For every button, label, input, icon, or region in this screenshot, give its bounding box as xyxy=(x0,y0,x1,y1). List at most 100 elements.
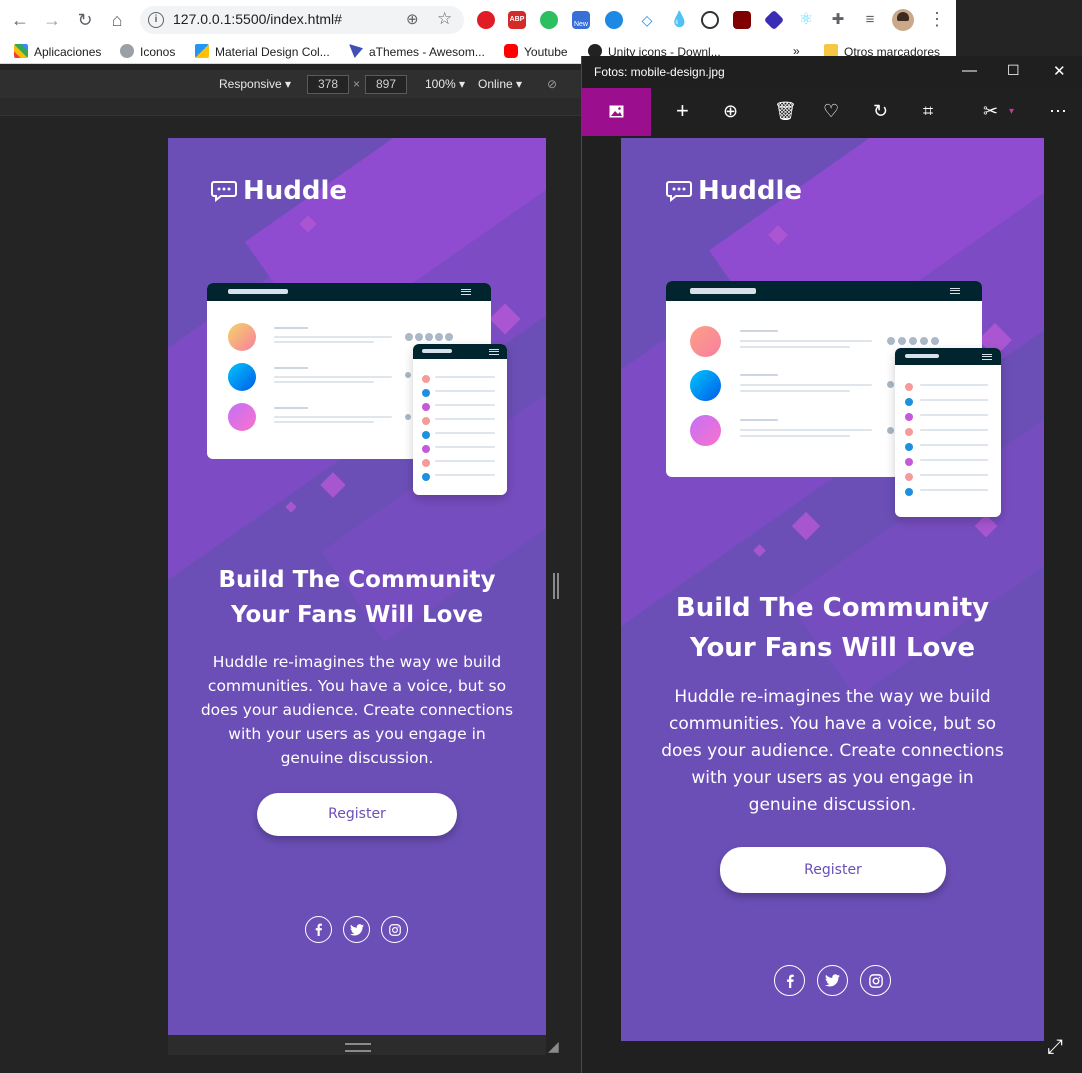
hero-headline: Build The Community Your Fans Will Love xyxy=(675,593,990,663)
decor-diamond xyxy=(285,501,297,513)
huddle-logo: Huddle xyxy=(666,176,802,206)
avatar xyxy=(228,403,256,431)
twitter-icon[interactable] xyxy=(817,965,848,996)
avatar xyxy=(228,363,256,391)
huddle-logo: Huddle xyxy=(211,176,347,206)
back-icon[interactable]: ← xyxy=(8,8,32,32)
hero-description: Huddle re-imagines the way we build comm… xyxy=(200,653,514,767)
photos-window-title: Fotos: mobile-design.jpg xyxy=(594,65,725,79)
evernote-icon[interactable] xyxy=(540,11,558,29)
avatar xyxy=(690,415,721,446)
hero-headline: Build The Community Your Fans Will Love xyxy=(218,567,496,628)
register-button[interactable]: Register xyxy=(720,847,946,893)
mockup-topbar xyxy=(413,344,507,359)
youtube-icon xyxy=(504,44,518,58)
react-icon[interactable]: ⚛ xyxy=(797,11,815,29)
viewport-bottom-resize-handle[interactable] xyxy=(168,1035,546,1055)
chat-bubble-icon xyxy=(211,181,237,202)
news-icon[interactable]: New xyxy=(572,11,590,29)
bookmark-youtube[interactable]: Youtube xyxy=(504,44,568,59)
favorite-icon[interactable]: ♡ xyxy=(823,101,839,122)
photos-toolbar: + ⊕ 🗑 ♡ ↻ ⌗ ✂ ▾ ⋯ xyxy=(582,88,1082,136)
huddle-page-preview: Huddle Build The Community Your Fans Wil… xyxy=(168,138,546,1035)
minimize-icon[interactable]: — xyxy=(962,62,977,79)
brand-name: Huddle xyxy=(243,176,348,206)
avatar xyxy=(690,326,721,357)
rotate-icon[interactable]: ↻ xyxy=(873,101,888,122)
viewport-resize-handle[interactable] xyxy=(553,573,559,599)
add-icon[interactable]: + xyxy=(676,98,689,124)
close-icon[interactable]: ✕ xyxy=(1053,62,1066,80)
avatar[interactable] xyxy=(892,9,914,31)
photos-app-window: Fotos: mobile-design.jpg — ☐ ✕ + ⊕ 🗑 ♡ ↻… xyxy=(581,56,1082,1073)
apps-icon xyxy=(14,44,28,58)
messenger-icon[interactable] xyxy=(605,11,623,29)
mockup-topbar xyxy=(207,283,491,301)
drop-icon[interactable]: 💧 xyxy=(670,11,689,29)
zoom-select[interactable]: 100% ▾ xyxy=(425,77,465,91)
bookmark-iconos[interactable]: Iconos xyxy=(120,44,175,59)
height-input[interactable]: 897 xyxy=(365,75,407,94)
facebook-icon[interactable] xyxy=(305,916,332,943)
athemes-icon xyxy=(349,44,363,58)
site-info-icon[interactable]: i xyxy=(148,12,164,28)
more-icon[interactable]: ⋯ xyxy=(1049,101,1067,122)
zoom-icon[interactable]: ⊕ xyxy=(723,101,738,122)
mockup-topbar xyxy=(895,348,1001,365)
instagram-icon[interactable] xyxy=(381,916,408,943)
ublock-icon[interactable] xyxy=(733,11,751,29)
chat-bubble-icon xyxy=(666,181,692,202)
mockup-mobile xyxy=(895,348,1001,517)
opera-icon[interactable] xyxy=(477,11,495,29)
brand-name: Huddle xyxy=(698,176,803,206)
facebook-icon[interactable] xyxy=(774,965,805,996)
home-icon[interactable]: ⌂ xyxy=(105,8,129,32)
huddle-design-image: Huddle Build The Community Your Fans Wil… xyxy=(621,138,1044,1041)
address-bar[interactable]: i 127.0.0.1:5500/index.html# ⊕ ☆ xyxy=(140,6,464,34)
mockup-topbar xyxy=(666,281,982,301)
decor-diamond xyxy=(791,511,821,541)
avatar xyxy=(228,323,256,351)
puzzle-icon[interactable]: ✚ xyxy=(829,11,847,29)
browser-toolbar: ← → ↻ ⌂ i 127.0.0.1:5500/index.html# ⊕ ☆… xyxy=(0,0,956,40)
network-select[interactable]: Online ▾ xyxy=(478,77,522,91)
edit-icon[interactable]: ✂ xyxy=(983,101,998,122)
globe-icon xyxy=(120,44,134,58)
reload-icon[interactable]: ↻ xyxy=(73,8,97,32)
view-image-button[interactable] xyxy=(582,88,651,136)
fullscreen-icon[interactable]: ⤢ xyxy=(1047,1036,1063,1059)
hero-description: Huddle re-imagines the way we build comm… xyxy=(661,687,1004,815)
avatar xyxy=(690,370,721,401)
bookmark-material[interactable]: Material Design Col... xyxy=(195,44,330,59)
playlist-icon[interactable]: ≡ xyxy=(861,11,879,29)
address-url[interactable]: 127.0.0.1:5500/index.html# xyxy=(173,11,342,27)
chevron-down-icon[interactable]: ▾ xyxy=(1009,106,1014,117)
forward-icon[interactable]: → xyxy=(40,8,64,32)
material-icon xyxy=(195,44,209,58)
mockup-mobile xyxy=(413,344,507,495)
decor-diamond xyxy=(753,544,766,557)
sync-icon[interactable] xyxy=(701,11,719,29)
crop-icon[interactable]: ⌗ xyxy=(923,101,933,122)
register-button[interactable]: Register xyxy=(257,793,457,836)
bookmark-athemes[interactable]: aThemes - Awesom... xyxy=(349,44,485,59)
bookmark-apps[interactable]: Aplicaciones xyxy=(14,44,101,59)
instagram-icon[interactable] xyxy=(860,965,891,996)
decor-diamond xyxy=(320,472,346,498)
viewport-corner-resize-handle[interactable]: ◢ xyxy=(548,1038,559,1055)
zoom-icon[interactable]: ⊕ xyxy=(406,10,419,28)
rotate-icon[interactable]: ⊘ xyxy=(547,77,557,91)
photos-titlebar: Fotos: mobile-design.jpg — ☐ ✕ xyxy=(582,56,1082,88)
device-mode-select[interactable]: Responsive ▾ xyxy=(219,77,291,91)
image-icon xyxy=(609,105,624,118)
delete-icon[interactable]: 🗑 xyxy=(774,101,797,122)
bookmark-star-icon[interactable]: ☆ xyxy=(437,9,452,29)
width-input[interactable]: 378 xyxy=(307,75,349,94)
adblock-icon[interactable]: ABP xyxy=(508,11,526,29)
code-icon[interactable]: ◇ xyxy=(638,11,656,29)
dimension-separator: × xyxy=(353,77,361,91)
twitter-icon[interactable] xyxy=(343,916,370,943)
maximize-icon[interactable]: ☐ xyxy=(1007,62,1020,79)
menu-icon[interactable]: ⋮ xyxy=(928,9,946,30)
stack-icon[interactable] xyxy=(763,9,785,31)
